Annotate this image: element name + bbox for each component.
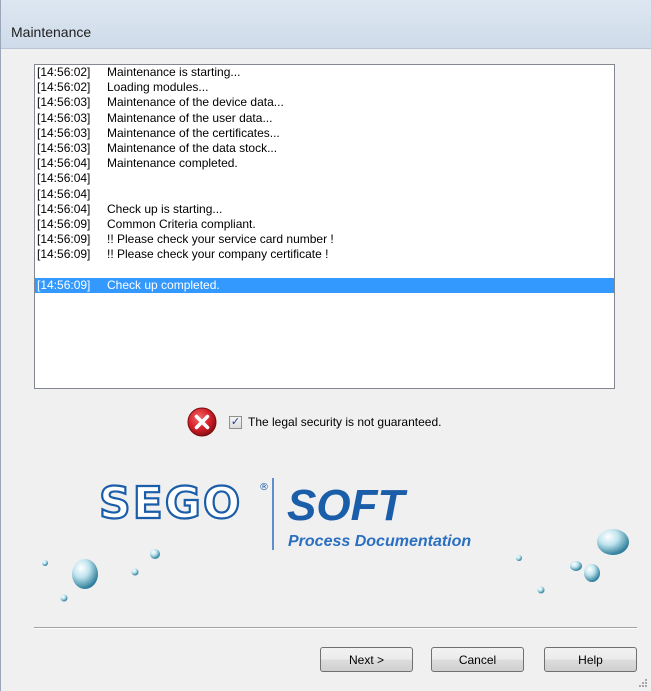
log-entry[interactable]: [14:56:09] !! Please check your service c… (35, 232, 614, 247)
log-entry-message: Loading modules... (107, 80, 209, 95)
log-entry-time: [14:56:03] (37, 140, 91, 155)
title-bar: Maintenance (1, 0, 651, 49)
log-entry[interactable]: [14:56:04] Check up is starting... (35, 202, 614, 217)
maintenance-dialog: Maintenance [14:56:02] Maintenance is sta… (0, 0, 652, 691)
log-entry-message: !! Please check your company certificate… (107, 247, 329, 262)
logo-brand-text: SEGO (99, 478, 242, 529)
help-button[interactable]: Help (544, 647, 637, 672)
window-title: Maintenance (11, 24, 92, 40)
log-entry-time: [14:56:04] (37, 156, 91, 171)
log-entry-time: [14:56:03] (37, 110, 91, 125)
log-entry-message: Maintenance completed. (107, 156, 238, 171)
log-entry[interactable]: [14:56:09] !! Please check your company c… (35, 247, 614, 262)
next-button[interactable]: Next > (320, 647, 413, 672)
log-entry[interactable]: [14:56:02] Maintenance is starting... (35, 65, 614, 80)
log-entry-message: Maintenance of the device data... (107, 95, 284, 110)
log-entry-time: [14:56:09] (37, 247, 91, 262)
log-entry-message: Maintenance of the data stock... (107, 140, 278, 155)
log-entry-time: [14:56:02] (37, 80, 91, 95)
log-entry-time: [14:56:09] (37, 277, 91, 292)
log-entry-time: [14:56:03] (37, 95, 91, 110)
water-drops-left (42, 549, 160, 602)
error-icon (187, 407, 217, 437)
log-entry[interactable]: [14:56:02] Loading modules... (35, 80, 614, 95)
log-entry-time: [14:56:04] (37, 201, 91, 216)
log-entry-time: [14:56:04] (37, 171, 91, 186)
log-entry-message: Common Criteria compliant. (107, 216, 256, 231)
water-drops-right (516, 529, 629, 594)
legal-security-label: The legal security is not guaranteed. (248, 415, 442, 429)
log-entry-message: Check up completed. (107, 277, 220, 292)
log-entry-message: Check up is starting... (107, 201, 223, 216)
log-entry-time: [14:56:02] (37, 65, 91, 79)
log-entry-message: Maintenance of the user data... (107, 110, 273, 125)
log-entry-message: Maintenance of the certificates... (107, 125, 280, 140)
log-entry[interactable] (35, 262, 614, 277)
log-entry[interactable]: [14:56:03] Maintenance of the data stock.… (35, 141, 614, 156)
log-entry[interactable]: [14:56:04] (35, 187, 614, 202)
logo-product-text: SOFT (287, 481, 407, 530)
status-row: ✓ The legal security is not guaranteed. (187, 404, 441, 440)
legal-security-checkbox[interactable]: ✓ (229, 415, 242, 429)
log-entry-time: [14:56:03] (37, 125, 91, 140)
log-entry-time: [14:56:04] (37, 186, 91, 201)
cancel-button[interactable]: Cancel (431, 647, 524, 672)
log-entry[interactable]: [14:56:03] Maintenance of the certificate… (35, 126, 614, 141)
log-entry[interactable]: [14:56:04] (35, 171, 614, 186)
log-entry-time: [14:56:09] (37, 232, 91, 247)
logo-tagline: Process Documentation (288, 533, 471, 550)
log-entry[interactable]: [14:56:09] Check up completed. (35, 277, 614, 293)
log-entry[interactable]: [14:56:09] Common Criteria compliant. (35, 217, 614, 232)
segosoft-logo: SEGO ® SOFT Process Documentation (42, 477, 629, 602)
log-entry[interactable]: [14:56:03] Maintenance of the device data… (35, 95, 614, 110)
log-entry-message: !! Please check your service card number… (107, 232, 334, 247)
log-entry-message: Maintenance is starting... (107, 65, 241, 79)
resize-grip-icon[interactable] (638, 678, 648, 688)
log-listbox[interactable]: [14:56:02] Maintenance is starting... [14:… (34, 64, 615, 389)
logo-registered-mark: ® (259, 482, 269, 493)
footer-separator (34, 627, 637, 629)
log-entry[interactable]: [14:56:03] Maintenance of the user data..… (35, 111, 614, 126)
log-entry-time: [14:56:09] (37, 216, 91, 231)
log-entry[interactable]: [14:56:04] Maintenance completed. (35, 156, 614, 171)
